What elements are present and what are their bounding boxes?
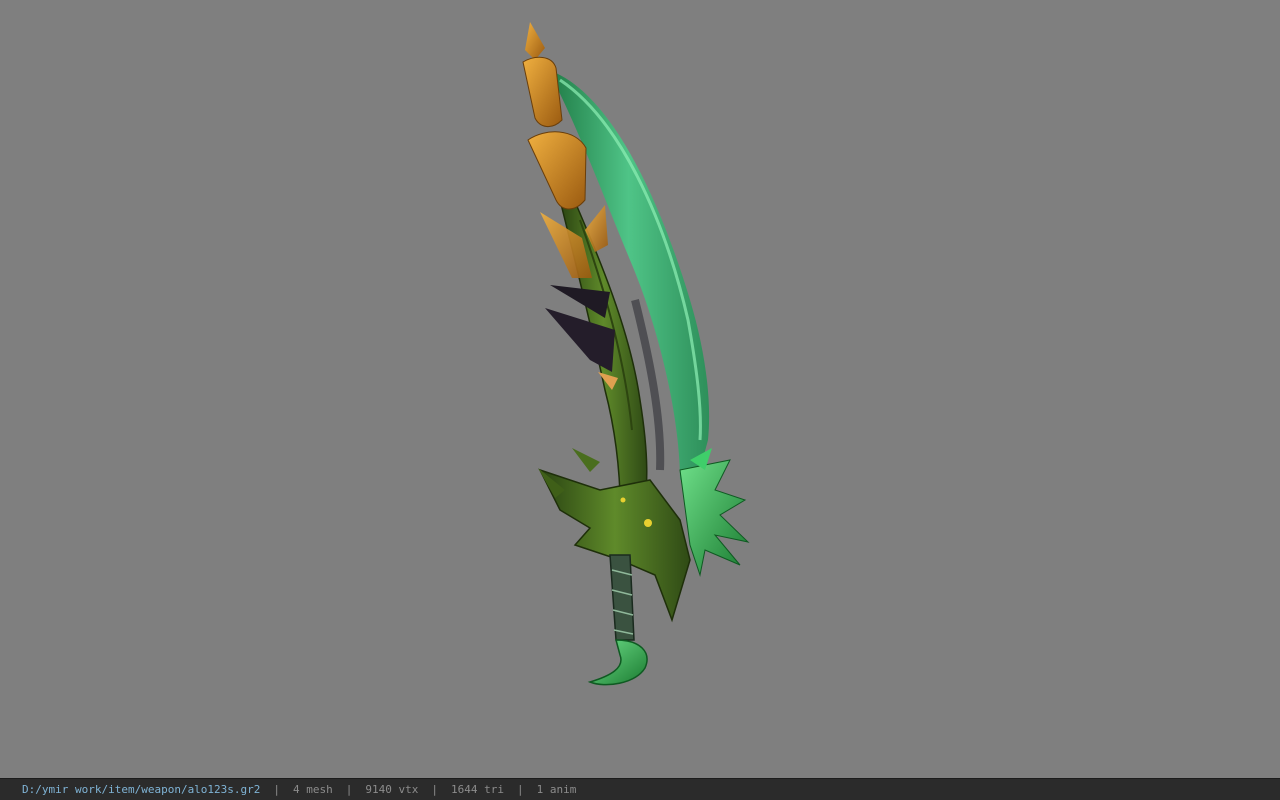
separator: |	[431, 783, 439, 796]
pommel	[587, 639, 648, 686]
vertex-count: 9140 vtx	[365, 783, 419, 796]
separator: |	[345, 783, 353, 796]
animation-count: 1 anim	[536, 783, 577, 796]
3d-viewport[interactable]	[0, 0, 1280, 778]
status-bar: D:/ymir work/item/weapon/alo123s.gr2 | 4…	[0, 778, 1280, 800]
weapon-model	[522, 22, 750, 686]
triangle-count: 1644 tri	[451, 783, 505, 796]
tip-spike	[525, 22, 545, 60]
separator: |	[273, 783, 281, 796]
handle	[609, 554, 635, 641]
separator: |	[517, 783, 524, 796]
mesh-count: 4 mesh	[293, 783, 333, 796]
file-path: D:/ymir work/item/weapon/alo123s.gr2	[22, 783, 261, 796]
